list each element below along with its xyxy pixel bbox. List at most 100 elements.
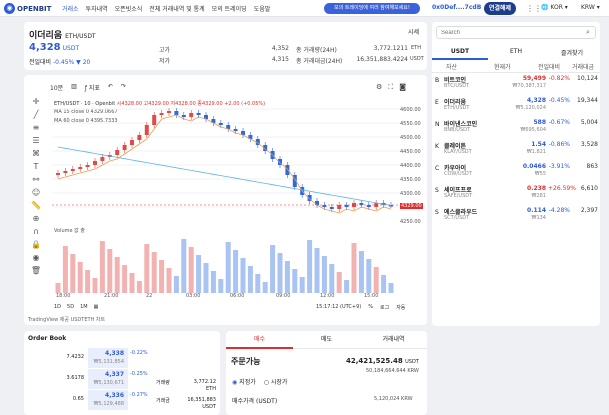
coin-change: -0.82% [548,75,570,82]
search-icon[interactable]: ⌕ [586,28,590,37]
range-5d[interactable]: 5D [67,304,74,310]
sise-tab[interactable]: 시세 [408,27,419,36]
hline-icon[interactable]: ≡ [27,123,45,132]
menu-news[interactable]: 오픈빗소식 [115,4,143,13]
coin-icon: K [435,143,439,150]
eye-icon[interactable]: ◉ [27,253,45,262]
interval-select[interactable]: 10분 [50,83,63,92]
wallet-address: 0x0Def....7cdB [432,4,482,11]
coin-row[interactable]: N 바이낸스코인 BNB/USDT 588 ₩695,604 -0.67% 5,… [432,118,600,140]
ob-krw: ₩5,130,671 [93,380,124,386]
tab-history[interactable]: 거래내역 [360,331,427,349]
tab-favorites[interactable]: 즐겨찾기 [544,48,600,60]
market-tabs: USDT ETH 즐겨찾기 [432,48,600,60]
tab-buy[interactable]: 매수 [226,331,293,349]
range-1d[interactable]: 1D [54,304,61,310]
redo-icon[interactable]: ↷ [121,83,126,92]
notice-banner[interactable]: 모의 트레이딩에 여러 참여해보세요! [324,3,420,14]
coin-symbol: KLAY/USDT [444,149,472,155]
volume-unit: ETH [411,45,421,51]
menu-history[interactable]: 투자내역 [86,4,108,13]
range-1m[interactable]: 1M [80,304,88,310]
trash-icon[interactable]: 🗑 [27,266,45,275]
coin-price: 0.238 [527,185,546,192]
available-krw: 50,184,664.644 KRW [366,368,419,374]
available-label: 주문가능 [231,357,261,366]
percent-toggle[interactable]: % [368,304,373,311]
language-select[interactable]: 🌐 KOR ▾ [541,4,568,11]
limit-radio[interactable]: ◉ 지정가 [232,377,256,386]
volume-bar [307,240,313,293]
orderbook-row[interactable]: 3.6178 4,337 ₩5,130,671 -0.25% [24,369,154,389]
tab-sell[interactable]: 매도 [293,331,360,349]
coin-volume: 5,004 [580,119,598,126]
coin-volume: 6,610 [580,185,598,192]
search-input[interactable] [436,26,596,39]
coin-row[interactable]: S 에스클라우드 SCT/USDT 0.114 ₩134 -4.28% 2,39… [432,206,600,228]
undo-icon[interactable]: ↶ [108,83,113,92]
order-type: ◉ 지정가 ○ 시장가 [232,377,287,386]
trade-tabs: 매수 매도 거래내역 [226,331,427,349]
fullscreen-icon[interactable]: ⛶ [388,83,393,92]
calendar-icon[interactable]: ▦ [94,304,99,310]
candle-canvas[interactable] [52,95,400,295]
chart-bottom-right: 15:17:12 (UTC+9) % 로그 자동 [316,304,405,311]
coin-row[interactable]: E 이더리움 ETH/USDT 4,328 ₩5,120,024 -0.45% … [432,96,600,118]
market-radio[interactable]: ○ 시장가 [264,377,288,386]
coin-icon: S [435,187,439,194]
ruler-icon[interactable]: 📏 [27,201,45,210]
orderbook-row[interactable]: 7.4232 4,338 ₩5,131,854 -0.22% [24,348,154,368]
text-icon[interactable]: T [27,162,45,171]
coin-volume: 863 [586,163,598,170]
fib-icon[interactable]: ☰ [27,136,45,145]
currency-select[interactable]: KRW ▾ [581,4,600,11]
lock-icon[interactable]: 🔒 [27,240,45,249]
menu-help[interactable]: 도움말 [254,4,271,13]
coin-price: 588 [533,119,546,126]
pattern-icon[interactable]: ⌘ [27,149,45,158]
camera-icon[interactable]: ◙ [399,83,406,92]
apps-grid-icon[interactable]: ⋮⋮ [526,4,542,13]
coin-symbol: SCT/USDT [444,215,470,221]
volume-bar [284,261,290,293]
indicator-button[interactable]: ƒ 지표 [85,83,100,92]
trendline-icon[interactable]: ╱ [27,110,45,119]
settings-icon[interactable]: ⚙ [376,83,382,92]
magnet-icon[interactable]: ∩ [27,227,45,236]
list-header: 자산 현재가 전일대비 거래대금 [432,62,600,73]
forecast-icon[interactable]: ⚯ [27,175,45,184]
volume-bar [99,241,105,293]
price-change: 전일대비 -0.45% ▼ 20 [29,59,91,66]
tab-usdt[interactable]: USDT [432,48,488,60]
tab-eth[interactable]: ETH [488,48,544,60]
chart-toolbar: 10분 ▥ ƒ 지표 ↶ ↷ [50,83,126,92]
smile-icon[interactable]: ☺ [27,188,45,197]
menu-exchange[interactable]: 거래소 [62,4,79,13]
volume-bar [270,245,276,293]
volume-bar [55,283,61,293]
coin-row[interactable]: S 세이프프로 SAFE/USDT 0.238 ₩281 +26.59% 6,6… [432,184,600,206]
menu-mock-trading[interactable]: 모의 트레이딩 [212,4,247,13]
coin-row[interactable]: C 카우아이 COW/USDT 0.0466 ₩55 -3.91% 863 [432,162,600,184]
candle-type-icon[interactable]: ▥ [71,83,77,92]
coin-row[interactable]: B 비트코인 BTC/USDT 59,499 ₩70,387,317 -0.82… [432,74,600,96]
tradingview-credit[interactable]: TradingView 제공 USDTETH 차트 [28,316,105,323]
low-label: 저가 [159,58,171,65]
crosshair-icon[interactable]: ✛ [27,97,45,106]
logo[interactable]: ◉ OPENBIT [4,3,51,14]
log-toggle[interactable]: 로그 [380,304,389,311]
ob-krw: ₩5,131,854 [93,359,124,365]
menu-stats[interactable]: 전체 거래내역 및 통계 [149,4,204,13]
coin-row[interactable]: K 클레이튼 KLAY/USDT 1.54 ₩1,821 -0.86% 3,52… [432,140,600,162]
orderbook-row[interactable]: 0.65 4,336 ₩5,129,488 -0.27% [24,390,154,410]
volume-bar [210,271,216,293]
coin-price: 0.0466 [522,163,546,170]
main-menu: 거래소 투자내역 오픈빗소식 전체 거래내역 및 통계 모의 트레이딩 도움말 [62,4,270,13]
disconnect-button[interactable]: 연결해제 [484,2,516,15]
coin-price: 4,328 [527,97,546,104]
zoom-icon[interactable]: ⊕ [27,214,45,223]
coin-change: -4.28% [548,207,570,214]
amount-label: 총 거래대금(24H) [296,58,343,65]
auto-toggle[interactable]: 자동 [396,304,405,311]
coin-icon: N [435,121,440,128]
